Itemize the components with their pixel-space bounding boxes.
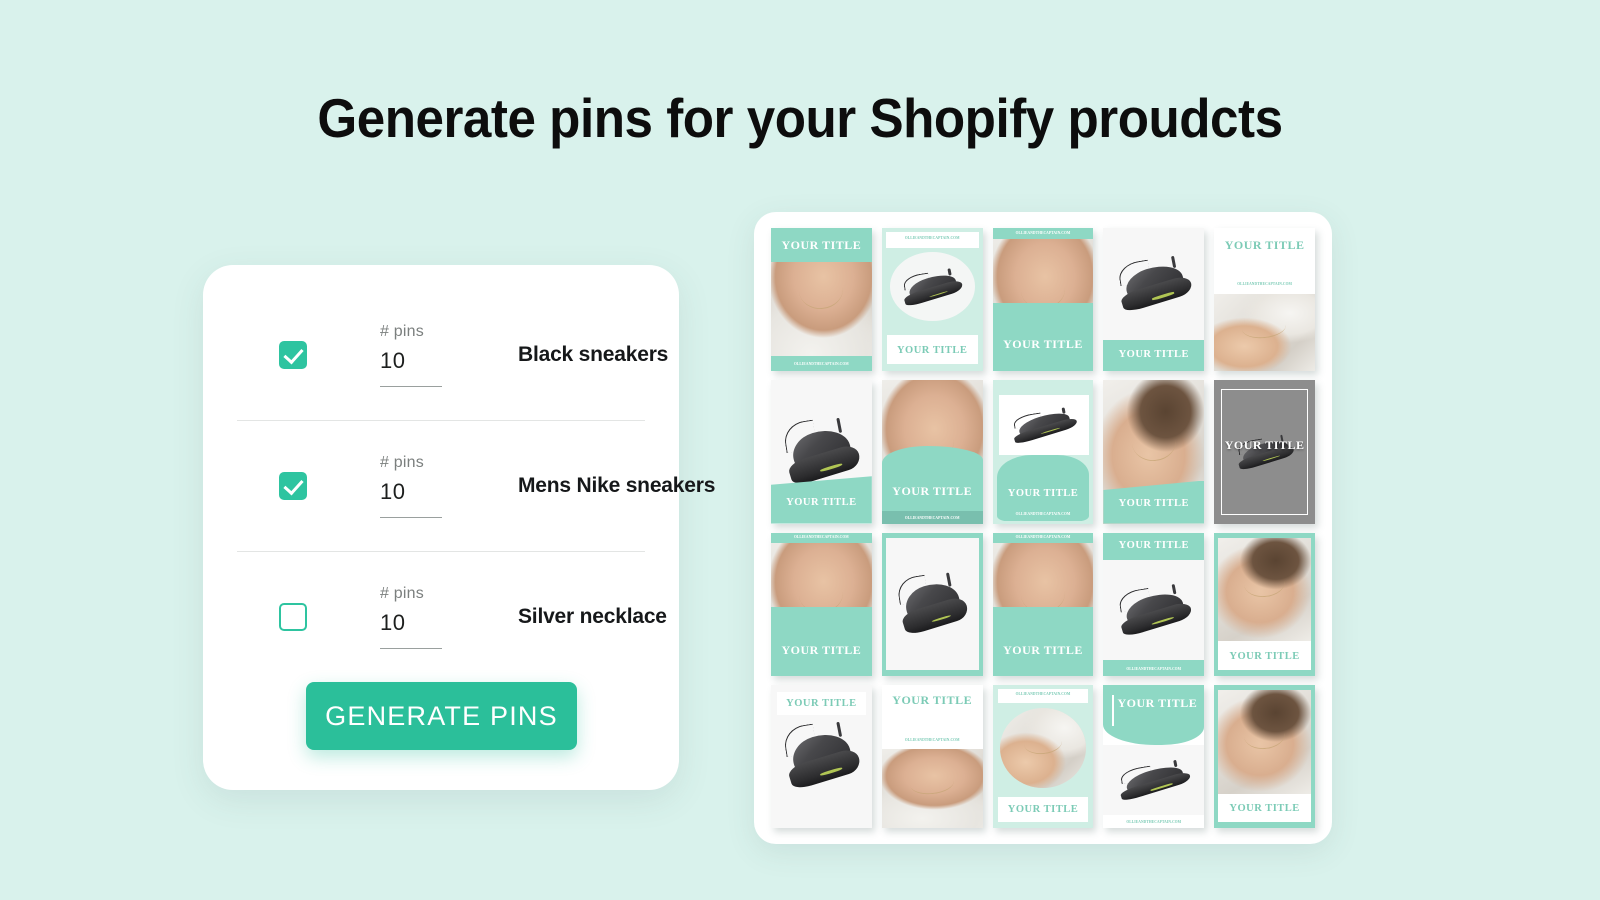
pin-url: OLLIEANDTHECAPTAIN.COM [794,361,849,366]
pin-preview-panel: YOUR TITLE OLLIEANDTHECAPTAIN.COM OLLIEAND… [754,212,1332,844]
pin-url: OLLIEANDTHECAPTAIN.COM [1015,231,1071,236]
pin-url: OLLIEANDTHECAPTAIN.COM [1126,819,1182,824]
shoe-photo-area [1103,744,1205,816]
pin-title: YOUR TITLE [1003,337,1083,352]
pin-url: OLLIEANDTHECAPTAIN.COM [1126,666,1182,671]
pin-url: OLLIEANDTHECAPTAIN.COM [904,235,960,240]
table-row[interactable]: # pins 10 Silver necklace [237,551,667,682]
pin-title: YOUR TITLE [786,697,857,709]
pin-card[interactable]: YOUR TITLE [1214,380,1315,524]
pin-title: YOUR TITLE [1003,642,1083,657]
pin-title: YOUR TITLE [781,642,862,657]
necklace-photo [1218,690,1311,794]
pins-input-1[interactable]: 10 [380,479,442,518]
shoe-product-image [1112,252,1196,317]
pin-url: OLLIEANDTHECAPTAIN.COM [1015,691,1071,696]
pin-url: OLLIEANDTHECAPTAIN.COM [794,535,849,540]
pin-card[interactable]: OLLIEANDTHECAPTAIN.COM YOUR TITLE [771,532,872,676]
pin-card[interactable]: YOUR TITLE [1214,532,1315,676]
pin-card[interactable]: YOUR TITLE OLLIEANDTHECAPTAIN.COM [881,684,983,828]
pin-card[interactable]: YOUR TITLE OLLIEANDTHECAPTAIN.COM [1103,532,1205,676]
pin-title: YOUR TITLE [892,483,973,498]
pin-title: YOUR TITLE [1118,498,1190,510]
product-row-list: # pins 10 Black sneakers # pins 10 Mens … [237,289,715,682]
pin-card[interactable]: YOUR TITLE [771,684,872,828]
pins-label: # pins [380,584,424,602]
page-title: Generate pins for your Shopify proudcts [317,87,1283,149]
pin-card[interactable]: YOUR TITLE [1103,228,1205,372]
pins-label: # pins [380,453,424,471]
necklace-photo [999,707,1087,788]
shoe-photo-area [1103,559,1205,660]
pins-input-0[interactable]: 10 [380,348,442,387]
table-row[interactable]: # pins 10 Mens Nike sneakers [237,420,715,551]
shoe-product-image [892,569,973,639]
pin-title: YOUR TITLE [1229,651,1300,663]
product-checkbox-2[interactable] [279,602,307,631]
shoe-product-image [1112,580,1195,640]
pin-title: YOUR TITLE [1229,803,1300,815]
pins-field-0[interactable]: # pins 10 [380,323,452,387]
pin-card[interactable]: OLLIEANDTHECAPTAIN.COM YOUR TITLE [992,532,1094,676]
pin-config-card: # pins 10 Black sneakers # pins 10 Mens … [203,265,715,790]
necklace-photo [1218,538,1311,642]
pin-grid: YOUR TITLE OLLIEANDTHECAPTAIN.COM OLLIEAND… [771,228,1315,828]
pins-field-2[interactable]: # pins 10 [380,585,452,649]
necklace-photo [881,749,983,828]
pin-url: OLLIEANDTHECAPTAIN.COM [1015,512,1071,517]
necklace-photo [1214,293,1315,372]
product-name-1: Mens Nike sneakers [518,473,716,497]
pin-card[interactable]: YOUR TITLE [1214,684,1315,828]
mint-band [992,607,1094,676]
pin-card[interactable]: OLLIEANDTHECAPTAIN.COM YOUR TITLE [992,228,1094,372]
pin-title: YOUR TITLE [1224,238,1305,253]
pin-url: OLLIEANDTHECAPTAIN.COM [904,737,960,742]
pin-title: YOUR TITLE [1007,488,1079,500]
generate-pins-button[interactable]: GENERATE PINS [306,682,577,750]
pin-title: YOUR TITLE [1007,804,1079,816]
pins-label: # pins [380,322,424,340]
pin-card[interactable]: YOUR TITLE OLLIEANDTHECAPTAIN.COM [881,380,983,524]
pin-card[interactable]: YOUR TITLE [1103,380,1205,524]
product-checkbox-0[interactable] [279,340,307,369]
pin-card[interactable]: YOUR TITLE [771,380,872,524]
pin-title: YOUR TITLE [1224,437,1305,452]
pin-card[interactable]: YOUR TITLE OLLIEANDTHECAPTAIN.COM [1214,228,1315,372]
shoe-product-image [898,264,966,309]
mint-band [771,607,872,676]
shoe-product-image [1114,756,1194,805]
product-name-2: Silver necklace [518,604,667,628]
product-name-0: Black sneakers [518,342,669,366]
pin-card[interactable] [881,532,983,676]
pin-title: YOUR TITLE [892,693,973,708]
pin-title: YOUR TITLE [1117,696,1198,711]
product-checkbox-1[interactable] [279,471,307,500]
pin-card[interactable]: YOUR TITLE OLLIEANDTHECAPTAIN.COM [992,380,1094,524]
pin-card[interactable]: YOUR TITLE OLLIEANDTHECAPTAIN.COM [771,228,872,372]
pins-field-1[interactable]: # pins 10 [380,454,452,518]
pin-url: OLLIEANDTHECAPTAIN.COM [904,515,960,520]
pin-url: OLLIEANDTHECAPTAIN.COM [1015,535,1071,540]
shoe-photo-area [1103,228,1205,340]
shoe-product-image [777,718,865,795]
pin-title: YOUR TITLE [1118,348,1190,360]
pins-input-2[interactable]: 10 [380,610,442,649]
pin-title: YOUR TITLE [1118,539,1190,551]
pin-card[interactable]: OLLIEANDTHECAPTAIN.COM YOUR TITLE [992,684,1094,828]
pin-title: YOUR TITLE [781,238,862,253]
shoe-product-image [1008,403,1079,446]
pin-card[interactable]: YOUR TITLE OLLIEANDTHECAPTAIN.COM [1103,684,1205,828]
table-row[interactable]: # pins 10 Black sneakers [237,289,668,420]
pin-title: YOUR TITLE [896,344,968,356]
pin-card[interactable]: OLLIEANDTHECAPTAIN.COM YOUR TITLE [881,228,983,372]
pin-url: OLLIEANDTHECAPTAIN.COM [1237,282,1292,287]
pin-title: YOUR TITLE [786,496,857,508]
